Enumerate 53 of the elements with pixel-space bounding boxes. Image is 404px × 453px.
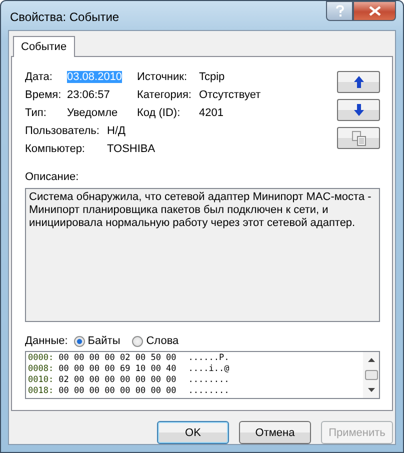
previous-button[interactable] — [337, 71, 380, 93]
field-label: Компьютер: — [25, 143, 86, 155]
data-label: Данные: — [25, 335, 68, 347]
tab[interactable]: Событие — [13, 36, 75, 57]
help-button[interactable] — [326, 1, 353, 21]
copy-icon — [352, 130, 366, 146]
field-value: Отсутствует — [199, 89, 261, 101]
scrollbar[interactable] — [363, 352, 379, 398]
copy-button[interactable] — [337, 127, 380, 149]
field-label: Пользователь: — [25, 125, 100, 137]
dialog-button[interactable]: Отмена — [239, 421, 311, 444]
description-text: Система обнаружила, что сетевой адаптер Минипорт MAC-моста - Минипорт планировщика пакетов был подключен к сети, и инициировала нормальную работу через этот сетевой адаптер. — [29, 191, 372, 229]
scroll-thumb[interactable] — [364, 370, 378, 380]
hex-bytes: 02 00 00 00 00 00 00 00 — [58, 375, 176, 386]
hex-offset: 0018: — [28, 386, 54, 397]
field-value: Tcpip — [199, 71, 226, 83]
field-value: 03.08.2010 — [67, 71, 122, 83]
field-value: Н/Д — [107, 125, 126, 137]
next-button[interactable] — [337, 99, 380, 121]
window-title: Свойства: Событие — [9, 8, 120, 24]
hex-bytes: 00 00 00 00 69 10 00 40 — [58, 364, 176, 375]
field-value: Уведомле — [67, 107, 119, 119]
hex-bytes: 00 00 00 00 02 00 50 00 — [58, 353, 176, 364]
down-arrow-icon — [354, 104, 364, 116]
field-value: 4201 — [199, 107, 224, 119]
hex-offset: 0008: — [28, 364, 54, 375]
field-value: 23:06:57 — [67, 89, 111, 101]
radio-button[interactable] — [74, 336, 85, 346]
scroll-up-icon — [368, 358, 374, 362]
hex-ascii: ....i..@ — [188, 364, 230, 375]
hex-bytes: 00 00 00 00 00 00 00 00 — [58, 386, 176, 397]
hex-ascii: ......P. — [188, 353, 230, 364]
radio-option[interactable]: Байты — [74, 335, 120, 347]
close-button[interactable] — [353, 1, 396, 21]
hex-ascii: ........ — [188, 386, 230, 397]
field-label: Дата: — [25, 71, 54, 83]
field-label: Время: — [25, 89, 62, 101]
field-label: Код (ID): — [137, 107, 182, 119]
hex-ascii: ........ — [188, 375, 230, 386]
hex-offset: 0010: — [28, 375, 54, 386]
field-label: Тип: — [25, 107, 48, 119]
field-label: Источник: — [137, 71, 188, 83]
radio-option[interactable]: Слова — [132, 335, 179, 347]
field-value: TOSHIBA — [107, 143, 156, 155]
hex-offset: 0000: — [28, 353, 54, 364]
up-arrow-icon — [354, 76, 364, 88]
description-label: Описание: — [25, 171, 80, 183]
help-icon — [334, 5, 344, 17]
field-label: Категория: — [137, 89, 192, 101]
radio-button[interactable] — [132, 336, 144, 346]
close-icon — [368, 6, 380, 16]
scroll-down-icon — [368, 388, 374, 392]
dialog-button[interactable]: OK — [157, 421, 229, 444]
